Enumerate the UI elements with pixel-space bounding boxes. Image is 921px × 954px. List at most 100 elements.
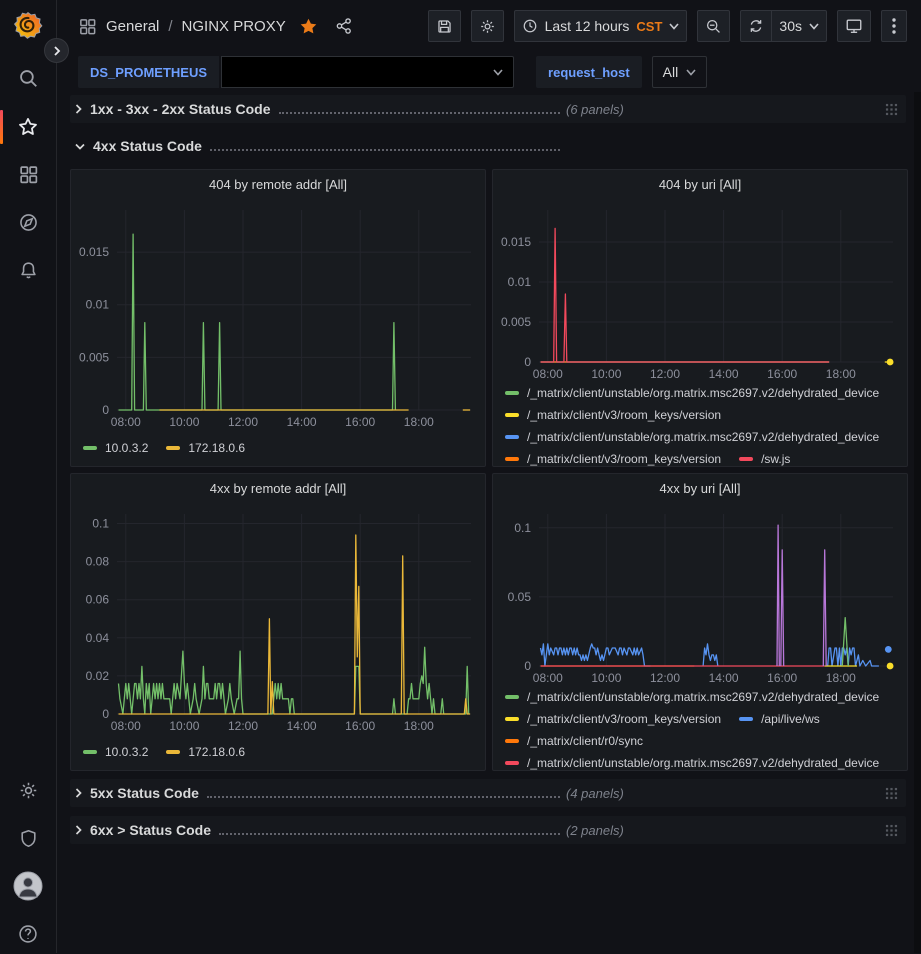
chart-404-by-uri[interactable]: 08:0010:0012:0014:0016:0018:0000.0050.01…: [493, 200, 907, 382]
legend-item[interactable]: /api/live/ws: [739, 712, 820, 726]
legend-row: /_matrix/client/v3/room_keys/version/api…: [505, 708, 895, 730]
svg-text:18:00: 18:00: [826, 367, 856, 381]
breadcrumb: General / NGINX PROXY: [78, 13, 357, 40]
legend-item[interactable]: /sw.js: [739, 452, 790, 466]
legend-item[interactable]: 10.0.3.2: [83, 745, 148, 759]
time-series-plot[interactable]: 08:0010:0012:0014:0016:0018:0000.0050.01…: [71, 200, 485, 430]
chevron-down-icon: [493, 69, 503, 76]
sidebar-item-configuration[interactable]: [0, 770, 56, 810]
tv-mode-button[interactable]: [837, 10, 871, 42]
chart-4xx-by-uri[interactable]: 08:0010:0012:0014:0016:0018:0000.050.1: [493, 504, 907, 686]
zoom-out-icon: [705, 18, 722, 35]
legend-label: 172.18.0.6: [188, 745, 245, 759]
breadcrumb-folder[interactable]: General: [106, 18, 159, 35]
svg-text:0: 0: [102, 707, 109, 721]
sidebar-item-profile[interactable]: [0, 866, 56, 906]
refresh-dashboard-button[interactable]: [740, 10, 772, 42]
panel-title[interactable]: 404 by remote addr [All]: [71, 170, 485, 200]
svg-text:16:00: 16:00: [767, 367, 797, 381]
row-drag-handle[interactable]: [885, 103, 898, 116]
share-button[interactable]: [331, 13, 357, 39]
panel-title[interactable]: 4xx by remote addr [All]: [71, 474, 485, 504]
legend-swatch: [83, 446, 97, 450]
sidebar-item-alerting[interactable]: [0, 250, 56, 290]
clock-icon: [522, 18, 538, 34]
breadcrumb-dashboard-title[interactable]: NGINX PROXY: [182, 18, 286, 35]
save-dashboard-button[interactable]: [428, 10, 461, 42]
legend-swatch: [739, 457, 753, 461]
sidebar-item-help[interactable]: [0, 914, 56, 954]
scrollbar-track[interactable]: [914, 92, 921, 953]
timezone-badge: CST: [636, 19, 662, 34]
legend-item[interactable]: /_matrix/client/unstable/org.matrix.msc2…: [505, 386, 879, 400]
time-series-plot[interactable]: 08:0010:0012:0014:0016:0018:0000.020.040…: [71, 504, 485, 734]
svg-text:0: 0: [102, 403, 109, 417]
grafana-logo[interactable]: [0, 5, 56, 45]
sidebar-item-explore[interactable]: [0, 202, 56, 242]
chart-legend: /_matrix/client/unstable/org.matrix.msc2…: [493, 382, 907, 467]
panel-4xx-by-uri: 4xx by uri [All] 08:0010:0012:0014:0016:…: [492, 473, 908, 771]
legend-swatch: [166, 750, 180, 754]
chevron-down-icon: [669, 23, 679, 30]
sidebar-item-starred[interactable]: [0, 107, 56, 147]
legend-item[interactable]: /_matrix/client/v3/room_keys/version: [505, 712, 721, 726]
svg-text:14:00: 14:00: [287, 415, 317, 429]
chart-404-by-remote-addr[interactable]: 08:0010:0012:0014:0016:0018:0000.0050.01…: [71, 200, 485, 430]
row-panel-count: (6 panels): [566, 102, 624, 117]
panel-title[interactable]: 4xx by uri [All]: [493, 474, 907, 504]
legend-row: /_matrix/client/unstable/org.matrix.msc2…: [505, 686, 895, 708]
time-series-plot[interactable]: 08:0010:0012:0014:0016:0018:0000.050.1: [493, 504, 907, 686]
chevron-right-icon: [52, 46, 62, 56]
legend-item[interactable]: /_matrix/client/unstable/org.matrix.msc2…: [505, 690, 879, 704]
more-options-button[interactable]: [881, 10, 907, 42]
help-icon: [17, 923, 39, 945]
row-drag-handle[interactable]: [885, 787, 898, 800]
dashboard-settings-button[interactable]: [471, 10, 504, 42]
sidebar-item-admin[interactable]: [0, 818, 56, 858]
svg-text:0.1: 0.1: [92, 517, 109, 531]
zoom-out-time-button[interactable]: [697, 10, 730, 42]
row-header-1xx-3xx-2xx[interactable]: 1xx - 3xx - 2xx Status Code (6 panels): [70, 95, 906, 123]
refresh-interval-dropdown[interactable]: 30s: [772, 10, 827, 42]
legend-item[interactable]: 172.18.0.6: [166, 441, 245, 455]
legend-item[interactable]: /_matrix/client/r0/sync: [505, 734, 643, 748]
panel-title[interactable]: 404 by uri [All]: [493, 170, 907, 200]
sidebar-item-dashboards[interactable]: [0, 154, 56, 194]
svg-text:08:00: 08:00: [111, 719, 141, 733]
panel-4xx-by-remote-addr: 4xx by remote addr [All] 08:0010:0012:00…: [70, 473, 486, 771]
legend-item[interactable]: /_matrix/client/unstable/org.matrix.msc2…: [505, 756, 879, 770]
svg-text:08:00: 08:00: [111, 415, 141, 429]
row-header-5xx[interactable]: 5xx Status Code (4 panels): [70, 779, 906, 807]
legend-label: /_matrix/client/r0/sync: [527, 734, 643, 748]
favorite-star-button[interactable]: [295, 13, 322, 40]
save-icon: [436, 18, 453, 35]
time-range-picker[interactable]: Last 12 hours CST: [514, 10, 688, 42]
legend-label: /_matrix/client/unstable/org.matrix.msc2…: [527, 690, 879, 704]
legend-item[interactable]: /_matrix/client/v3/room_keys/version: [505, 452, 721, 466]
legend-row: 10.0.3.2 172.18.0.6: [83, 437, 473, 459]
gear-icon: [18, 780, 39, 801]
row-header-6xx[interactable]: 6xx > Status Code (2 panels): [70, 816, 906, 844]
row-header-4xx[interactable]: 4xx Status Code: [70, 132, 906, 160]
svg-text:08:00: 08:00: [533, 671, 563, 685]
grafana-logo-icon: [13, 10, 43, 40]
chevron-down-icon: [74, 142, 86, 151]
legend-item[interactable]: 10.0.3.2: [83, 441, 148, 455]
svg-text:16:00: 16:00: [767, 671, 797, 685]
request-host-variable-select[interactable]: All: [652, 56, 708, 88]
svg-text:10:00: 10:00: [591, 671, 621, 685]
time-series-plot[interactable]: 08:0010:0012:0014:0016:0018:0000.0050.01…: [493, 200, 907, 382]
breadcrumb-separator: /: [168, 18, 172, 35]
svg-text:16:00: 16:00: [345, 719, 375, 733]
legend-item[interactable]: /_matrix/client/v3/room_keys/version: [505, 408, 721, 422]
sidebar-item-search[interactable]: [0, 58, 56, 98]
sidebar-expand-button[interactable]: [44, 38, 69, 63]
legend-item[interactable]: /_matrix/client/unstable/org.matrix.msc2…: [505, 430, 879, 444]
chart-4xx-by-remote-addr[interactable]: 08:0010:0012:0014:0016:0018:0000.020.040…: [71, 504, 485, 734]
datasource-variable-select[interactable]: [221, 56, 514, 88]
legend-label: /_matrix/client/v3/room_keys/version: [527, 712, 721, 726]
row-title: 5xx Status Code: [90, 785, 199, 801]
chevron-right-icon: [74, 824, 83, 836]
row-drag-handle[interactable]: [885, 824, 898, 837]
legend-item[interactable]: 172.18.0.6: [166, 745, 245, 759]
